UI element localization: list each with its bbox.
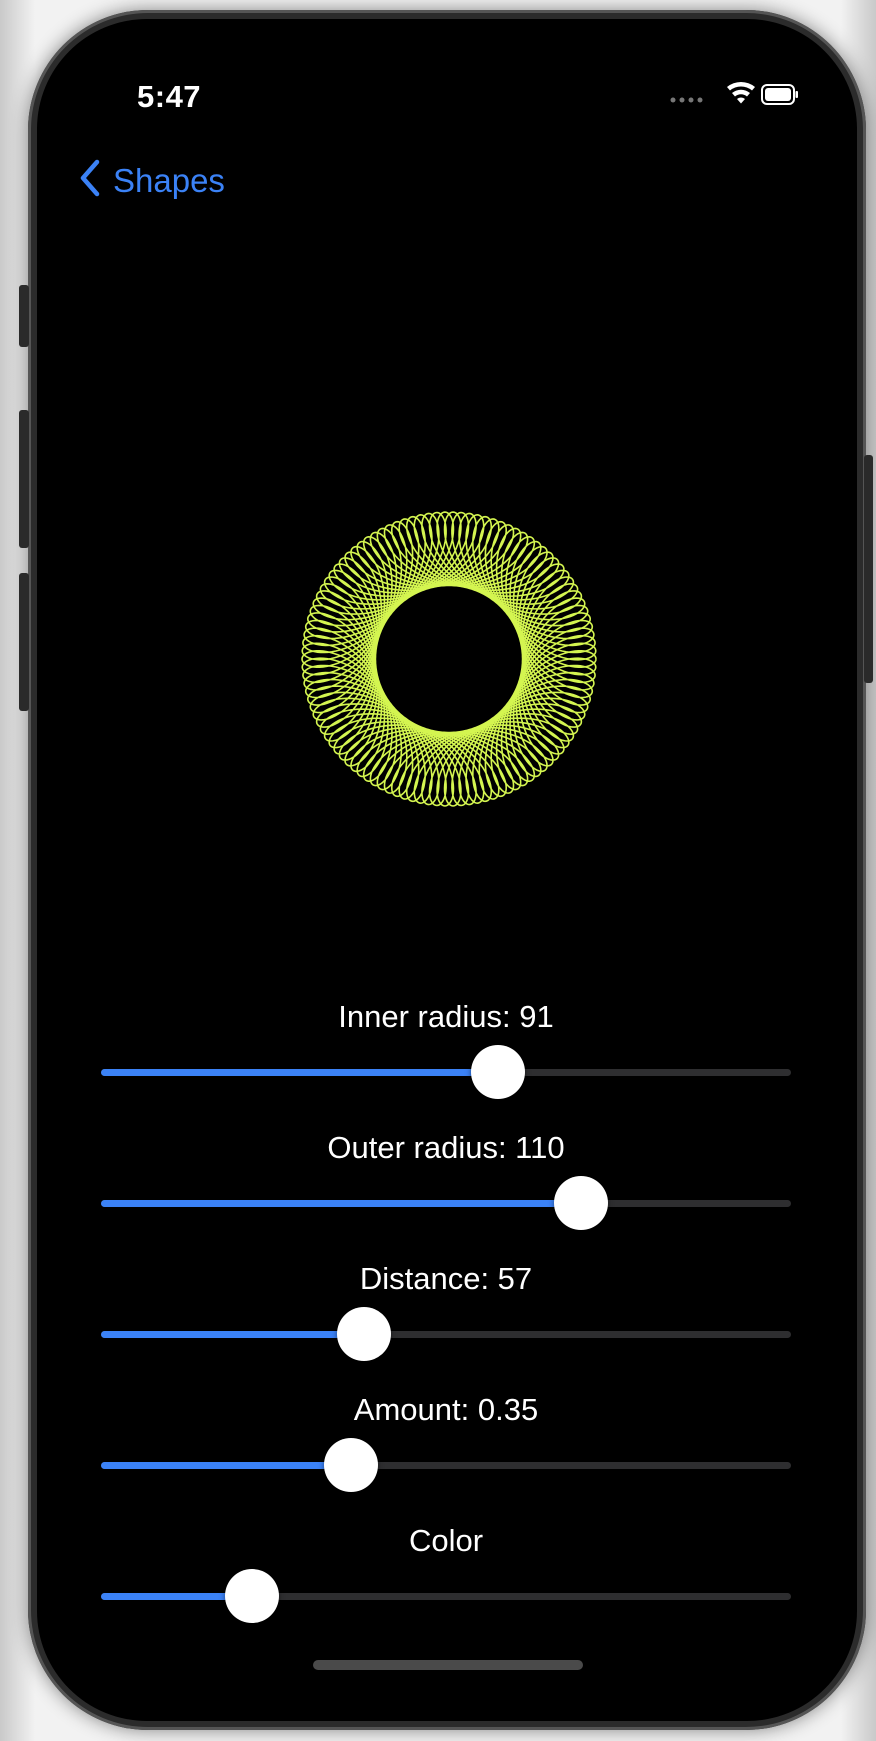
slider-thumb[interactable] — [225, 1569, 280, 1623]
outer-radius-slider[interactable] — [101, 1174, 791, 1230]
spirograph-shape — [301, 511, 597, 807]
status-time: 5:47 — [137, 79, 202, 114]
battery-icon — [761, 84, 798, 105]
mute-switch — [19, 285, 29, 347]
volume-down-button — [19, 573, 29, 711]
color-control: Color — [101, 1523, 791, 1623]
slider-thumb[interactable] — [336, 1307, 391, 1361]
amount-slider[interactable] — [101, 1436, 791, 1492]
power-button — [864, 455, 873, 683]
slider-thumb[interactable] — [324, 1438, 379, 1492]
outer-radius-label: Outer radius: 110 — [327, 1130, 565, 1165]
status-icons — [669, 81, 799, 111]
spirograph-curve — [301, 511, 597, 807]
screen: 5:47 Shapes Inner radius: 91 Outer radiu… — [37, 19, 857, 1721]
inner-radius-slider[interactable] — [101, 1043, 791, 1099]
distance-label: Distance: 57 — [359, 1261, 533, 1296]
amount-control: Amount: 0.35 — [101, 1392, 791, 1492]
outer-radius-control: Outer radius: 110 — [101, 1130, 791, 1230]
slider-thumb[interactable] — [470, 1045, 525, 1099]
color-slider[interactable] — [101, 1567, 791, 1623]
slider-fill — [101, 1069, 498, 1076]
inner-radius-control: Inner radius: 91 — [101, 999, 791, 1099]
slider-fill — [101, 1331, 364, 1338]
slider-thumb[interactable] — [553, 1176, 608, 1230]
volume-up-button — [19, 410, 29, 548]
slider-fill — [101, 1462, 352, 1469]
wifi-icon — [727, 81, 755, 104]
signal-dots-icon — [670, 97, 703, 103]
back-label: Shapes — [113, 161, 225, 199]
inner-radius-label: Inner radius: 91 — [338, 999, 554, 1034]
amount-label: Amount: 0.35 — [353, 1392, 539, 1427]
chevron-left-icon — [79, 159, 101, 202]
color-label: Color — [408, 1523, 484, 1558]
slider-fill — [101, 1200, 581, 1207]
distance-control: Distance: 57 — [101, 1261, 791, 1361]
home-indicator[interactable] — [313, 1660, 583, 1670]
distance-slider[interactable] — [101, 1305, 791, 1361]
back-button[interactable]: Shapes — [79, 159, 225, 202]
